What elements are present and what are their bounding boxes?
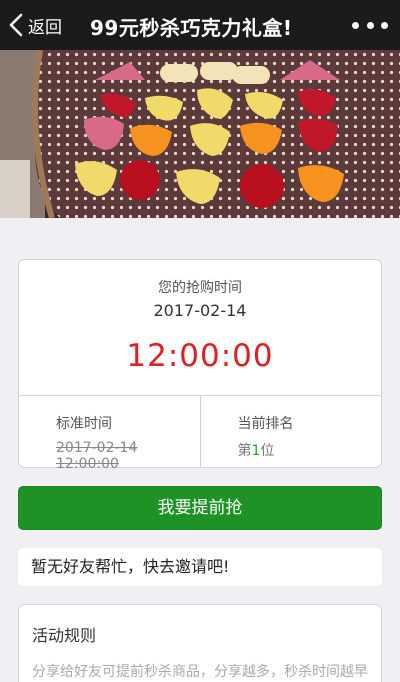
top-navbar: 返回 99元秒杀巧克力礼盒! (0, 0, 400, 50)
page-title: 99元秒杀巧克力礼盒! (90, 16, 293, 40)
rush-time-card: 您的抢购时间 2017-02-14 12:00:00 标准时间 2017-02-… (18, 259, 382, 472)
back-label: 返回 (28, 17, 62, 38)
rules-text: 分享给好友可提前秒杀商品，分享越多，秒杀时间越早 (32, 664, 368, 680)
rush-early-button[interactable]: 我要提前抢 (18, 486, 382, 530)
friend-help-message: 暂无好友帮忙，快去邀请吧! (18, 548, 382, 586)
current-rank-label: 当前排名 (237, 416, 294, 432)
current-rank-cell: 当前排名 第1位 (199, 396, 382, 467)
product-banner-image (0, 50, 400, 218)
back-button[interactable]: 返回 (8, 9, 62, 41)
rank-prefix: 第 (237, 443, 252, 459)
activity-rules-card: 活动规则 分享给好友可提前秒杀商品，分享越多，秒杀时间越早 (18, 604, 382, 682)
standard-time-value: 2017-02-14 12:00:00 (56, 440, 138, 472)
chocolate-box-photo (0, 50, 400, 218)
rank-suffix: 位 (260, 443, 275, 459)
rules-title: 活动规则 (32, 626, 97, 645)
more-menu-button[interactable] (352, 14, 388, 36)
dot-icon (352, 21, 359, 29)
current-rank-value: 第1位 (238, 440, 382, 460)
rush-time-section: 您的抢购时间 2017-02-14 12:00:00 (19, 260, 381, 396)
dot-icon (381, 21, 388, 29)
rush-time-label: 您的抢购时间 (158, 280, 242, 296)
rush-details-row: 标准时间 2017-02-14 12:00:00 当前排名 第1位 (19, 396, 382, 472)
dot-icon (366, 21, 374, 29)
chevron-left-icon (9, 13, 23, 37)
rush-time: 12:00:00 (126, 338, 274, 374)
standard-time-label: 标准时间 (56, 416, 112, 432)
standard-time-cell: 标准时间 2017-02-14 12:00:00 (19, 396, 200, 472)
rush-date: 2017-02-14 (153, 301, 247, 320)
